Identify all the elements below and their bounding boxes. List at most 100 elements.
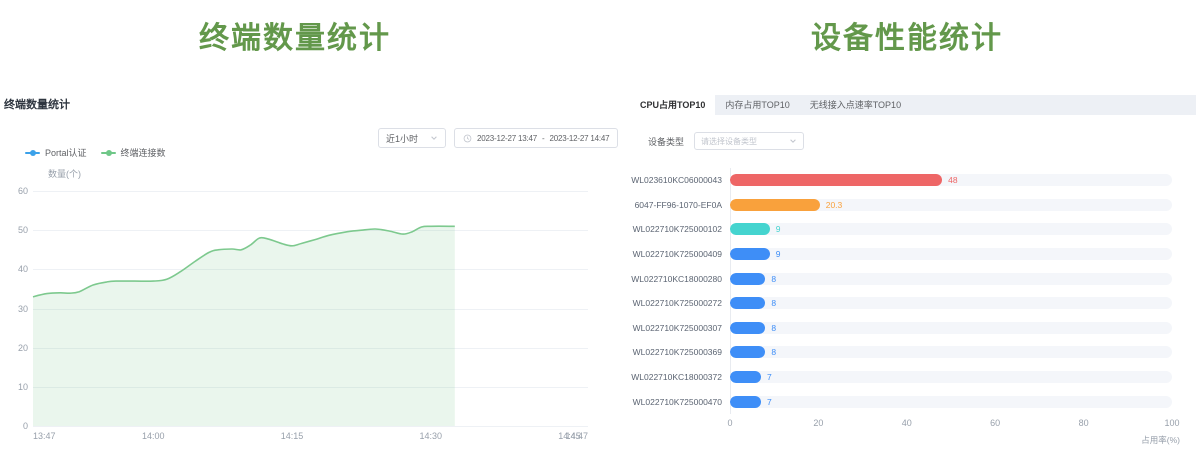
bar-category-label: WL022710K725000369 [628,347,722,357]
bar-x-tick-label: 20 [813,418,823,428]
legend-label-portal: Portal认证 [45,146,87,159]
bar-x-tick-label: 40 [902,418,912,428]
terminal-connections-series [33,191,588,426]
x-tick-label: 14:00 [142,431,165,441]
bar-value-label: 8 [771,298,776,308]
bar-track [730,248,1172,260]
time-range-value: 近1小时 [386,132,418,145]
area-fill [33,226,455,426]
cpu-top10-bar-chart: 占用率(%) WL023610KC06000043 48 6047-FF96-107… [628,168,1196,456]
tab-cpu-top10[interactable]: CPU占用TOP10 [630,95,715,115]
terminal-trend-chart-plot [33,191,588,426]
bar-x-tick-label: 100 [1164,418,1179,428]
y-tick-label: 40 [18,264,28,274]
x-tick-label: 14:30 [419,431,442,441]
time-range-select[interactable]: 近1小时 [378,128,446,148]
chevron-down-icon [430,134,438,142]
bar [730,174,942,186]
x-tick-label: 14:15 [281,431,304,441]
bar-value-label: 7 [767,372,772,382]
bar-track [730,371,1172,383]
bar-category-label: WL022710K725000470 [628,397,722,407]
bar [730,346,765,358]
bar [730,396,761,408]
bar-track [730,297,1172,309]
bar-category-label: 6047-FF96-1070-EF0A [628,200,722,210]
bar [730,322,765,334]
legend-item-terminal-connections[interactable]: 终端连接数 [101,146,166,159]
bar-row: WL022710KC18000372 7 [628,365,1196,390]
bar-row: WL022710K725000272 8 [628,291,1196,316]
bar-row: WL022710K725000470 7 [628,389,1196,414]
date-range-end: 2023-12-27 14:47 [549,134,609,143]
y-tick-label: 0 [23,421,28,431]
clock-icon [463,134,472,143]
bar-category-label: WL022710KC18000280 [628,274,722,284]
tab-wireless-rate-top10[interactable]: 无线接入点速率TOP10 [800,95,911,115]
x-tick-label: 14:47 [565,431,588,441]
x-tick-label: 13:47 [33,431,56,441]
bar [730,371,761,383]
device-section-title: 设备性能统计 [618,13,1196,57]
line-chart-x-axis: 13:4714:0014:1514:3014:4514:47 [33,431,588,443]
bar-value-label: 8 [771,347,776,357]
bar-x-axis-label: 占用率(%) [1141,434,1180,446]
date-range-separator: - [542,134,544,143]
legend-label-terminal-connections: 终端连接数 [121,146,166,159]
y-tick-label: 10 [18,382,28,392]
bar-row: WL022710K725000409 9 [628,242,1196,267]
date-range-picker[interactable]: 2023-12-27 13:47 - 2023-12-27 14:47 [454,128,618,148]
bar-category-label: WL022710K725000307 [628,323,722,333]
bar-track [730,396,1172,408]
date-range-start: 2023-12-27 13:47 [477,134,537,143]
terminal-card-title: 终端数量统计 [4,96,70,112]
bar-row: WL022710KC18000280 8 [628,266,1196,291]
bar-category-label: WL022710K725000409 [628,249,722,259]
bar-track [730,223,1172,235]
line-chart-legend: Portal认证 终端连接数 [25,146,166,159]
bar-x-tick-label: 60 [990,418,1000,428]
bar-value-label: 9 [776,249,781,259]
y-tick-label: 50 [18,225,28,235]
bar-x-tick-label: 0 [727,418,732,428]
bar-category-label: WL022710KC18000372 [628,372,722,382]
bar-row: WL022710K725000307 8 [628,316,1196,341]
bar-x-tick-label: 80 [1079,418,1089,428]
bar [730,248,770,260]
bar-category-label: WL023610KC06000043 [628,175,722,185]
bar-row: WL022710K7250001029 [628,217,1196,242]
y-tick-label: 20 [18,343,28,353]
bar-value-label: 7 [767,397,772,407]
bar-row: 6047-FF96-1070-EF0A 20.3 [628,193,1196,218]
bar [730,223,770,235]
chevron-down-icon [789,137,797,145]
y-tick-label: 30 [18,304,28,314]
device-type-label: 设备类型 [648,135,684,148]
bar [730,199,820,211]
legend-item-portal[interactable]: Portal认证 [25,146,87,159]
bar-value-label: 20.3 [826,200,843,210]
gridline [33,426,588,427]
time-controls: 近1小时 2023-12-27 13:47 - 2023-12-27 14:47 [378,128,618,148]
legend-marker-portal [25,152,40,154]
y-axis-name: 数量(个) [48,167,81,180]
terminal-section-title: 终端数量统计 [0,13,590,57]
device-type-row: 设备类型 请选择设备类型 [648,132,804,150]
bar-category-label: WL022710K725000272 [628,298,722,308]
device-type-placeholder: 请选择设备类型 [701,136,757,147]
tab-memory-top10[interactable]: 内存占用TOP10 [715,95,799,115]
bar [730,297,765,309]
bar-value-label: 48 [948,175,957,185]
bar-value-label: 8 [771,323,776,333]
bar-row: WL023610KC06000043 48 [628,168,1196,193]
y-tick-label: 60 [18,186,28,196]
device-type-select[interactable]: 请选择设备类型 [694,132,804,150]
performance-tabbar: CPU占用TOP10内存占用TOP10无线接入点速率TOP10 [630,95,1196,115]
bar-value-label: 8 [771,274,776,284]
bar-track [730,199,1172,211]
bar-track [730,322,1172,334]
bar-track [730,346,1172,358]
dashboard-page: 终端数量统计 设备性能统计 终端数量统计 近1小时 2023-12-27 13:… [0,0,1200,456]
bar-category-label: WL022710K725000102 [628,224,722,234]
bar [730,273,765,285]
